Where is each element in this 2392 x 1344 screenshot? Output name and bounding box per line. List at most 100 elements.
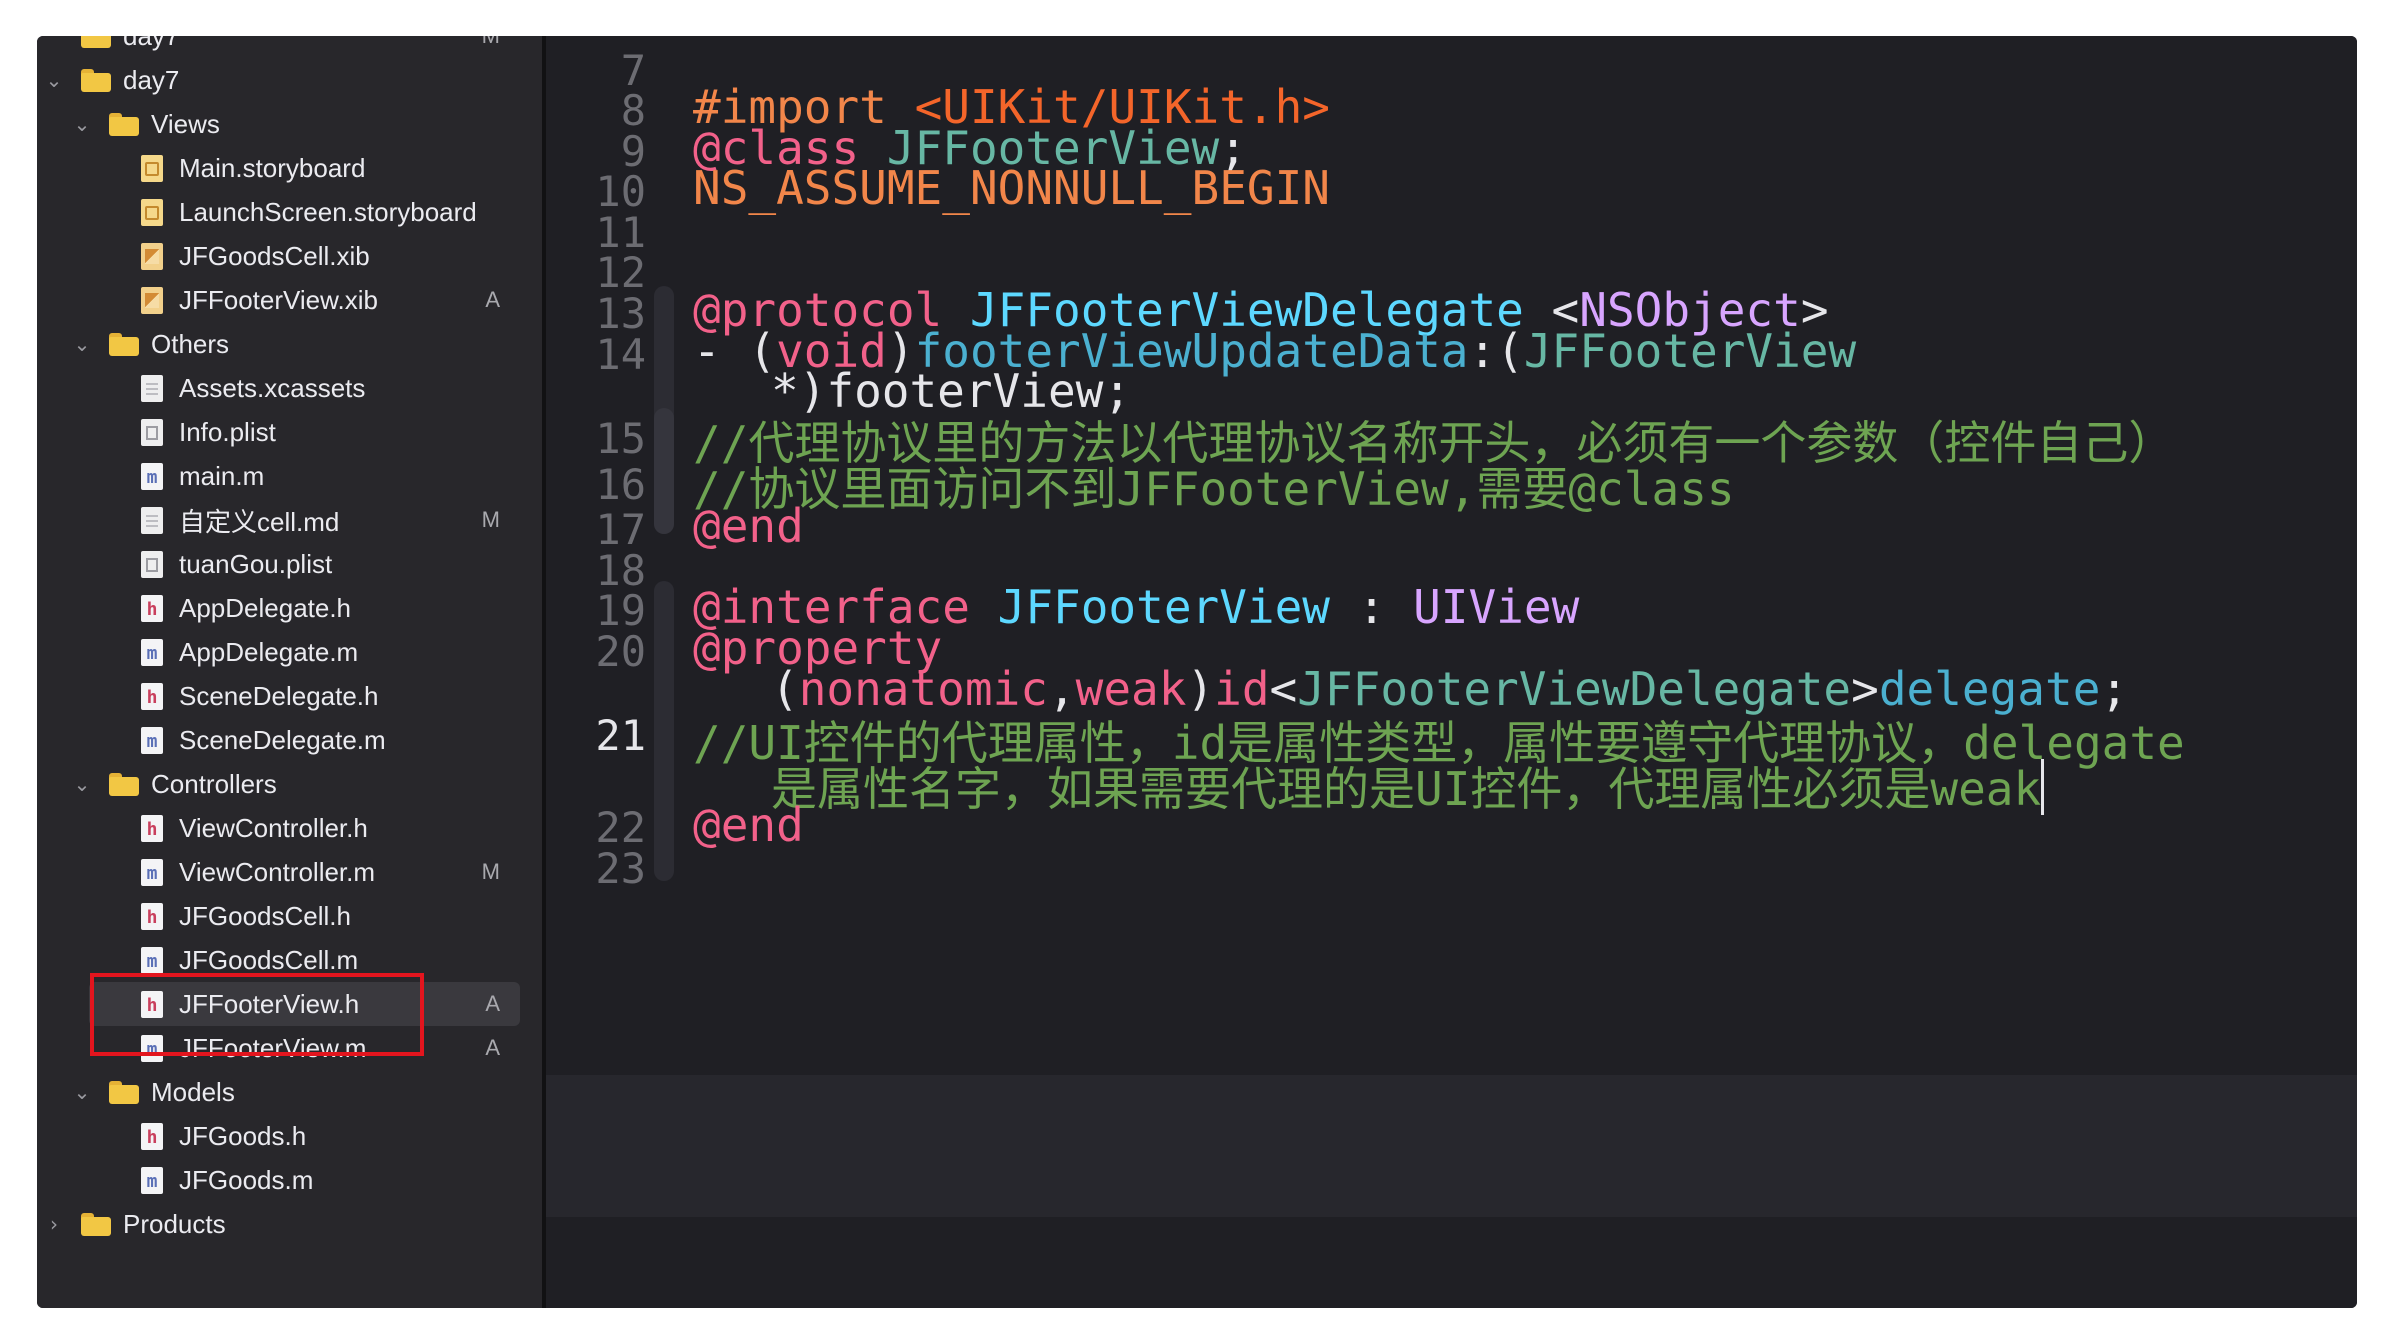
navigator-file-row[interactable]: 自定义cell.md M [37, 498, 542, 542]
text-cursor [2041, 759, 2045, 815]
navigator-file-row[interactable]: h JFGoods.h [37, 1114, 542, 1158]
comment-text: 是属性名字，如果需要代理的是UI控件，代理属性必须是weak [771, 762, 2042, 816]
navigator-item-label: Models [151, 1076, 235, 1107]
doc-file-icon [141, 506, 163, 534]
navigator-item-label: JFGoodsCell.xib [179, 240, 370, 271]
navigator-folder-row[interactable]: ⌄ day7 [37, 58, 542, 102]
navigator-file-row[interactable]: JFFooterView.xib A [37, 278, 542, 322]
navigator-item-label: JFGoods.h [179, 1120, 307, 1151]
folder-icon [81, 36, 111, 48]
navigator-item-label: day7 [123, 64, 180, 95]
folder-icon [81, 69, 111, 92]
navigator-item-label: day7 [123, 36, 179, 52]
folder-icon [109, 113, 139, 136]
chevron-down-icon[interactable]: ⌄ [71, 773, 93, 795]
navigator-item-label: Main.storyboard [179, 152, 366, 183]
navigator-file-row[interactable]: h ViewController.h [37, 806, 542, 850]
navigator-file-row[interactable]: Assets.xcassets [37, 366, 542, 410]
navigator-folder-row[interactable]: ⌄ Views [37, 102, 542, 146]
navigator-file-row[interactable]: h JFGoodsCell.h [37, 894, 542, 938]
xcode-window: day7 M ⌄ day7 ⌄ Views Main.storyboard LaunchScr… [37, 36, 2357, 1308]
navigator-item-label: Info.plist [179, 416, 276, 447]
source-control-status-badge: A [485, 287, 500, 312]
current-line-number: 21 [595, 711, 646, 760]
punct: - ( [693, 324, 777, 378]
navigator-item-label: AppDelegate.m [179, 636, 359, 667]
h-file-icon: h [141, 682, 163, 710]
code-line-10[interactable]: NS_ASSUME_NONNULL_BEGIN [693, 161, 1330, 215]
source-control-status-badge: M [481, 859, 500, 884]
navigator-item-label: Views [151, 108, 220, 139]
line-number: 15 [595, 414, 646, 463]
navigator-file-row[interactable]: m ViewController.m M [37, 850, 542, 894]
plist-file-icon [141, 418, 163, 446]
line-number: 20 [595, 627, 646, 676]
source-control-status-badge: M [482, 36, 500, 49]
code-line-22[interactable]: @end [693, 798, 804, 852]
folder-icon [109, 773, 139, 796]
navigator-item-label: Products [123, 1208, 226, 1239]
code-line-16-comment[interactable]: //协议里面访问不到JFFooterView,需要@class [693, 453, 1735, 519]
navigator-folder-row[interactable]: › Products [37, 1202, 542, 1246]
navigator-folder-row[interactable]: ⌄ Others [37, 322, 542, 366]
navigator-folder-row[interactable]: ⌄ Controllers [37, 762, 542, 806]
project-navigator: day7 M ⌄ day7 ⌄ Views Main.storyboard LaunchScr… [37, 36, 542, 1308]
source-control-status-badge: A [485, 991, 500, 1016]
navigator-file-row[interactable]: m AppDelegate.m [37, 630, 542, 674]
navigator-item-label: Assets.xcassets [179, 372, 366, 403]
superclass: UIView [1413, 580, 1580, 634]
doc-file-icon [141, 374, 163, 402]
navigator-item-label: JFFooterView.xib [179, 284, 378, 315]
chevron-down-icon[interactable]: ⌄ [71, 113, 93, 135]
chevron-down-icon[interactable]: ⌄ [71, 333, 93, 355]
h-file-icon: h [141, 1122, 163, 1150]
chevron-down-icon[interactable]: ⌄ [43, 69, 65, 91]
line-number: 23 [595, 844, 646, 893]
h-file-icon: h [141, 902, 163, 930]
folder-icon [81, 1213, 111, 1236]
source-editor[interactable]: 7 8 9 10 11 12 13 14 15 16 17 18 19 20 2… [546, 36, 2357, 1308]
h-file-icon: h [141, 814, 163, 842]
navigator-file-row[interactable]: h AppDelegate.h [37, 586, 542, 630]
xib-file-icon [141, 286, 163, 314]
navigator-file-row[interactable]: tuanGou.plist [37, 542, 542, 586]
navigator-item-label: tuanGou.plist [179, 548, 333, 579]
chevron-right-icon[interactable]: › [43, 1213, 65, 1235]
navigator-item-label: AppDelegate.h [179, 592, 352, 623]
m-file-icon: m [141, 946, 163, 974]
folder-icon [109, 1081, 139, 1104]
chevron-down-icon[interactable]: ⌄ [71, 1081, 93, 1103]
navigator-folder-row[interactable]: ⌄ Models [37, 1070, 542, 1114]
source-control-status-badge: A [485, 1035, 500, 1060]
navigator-file-row[interactable]: LaunchScreen.storyboard [37, 190, 542, 234]
m-file-icon: m [141, 726, 163, 754]
navigator-item-label: JFGoodsCell.h [179, 900, 351, 931]
navigator-item-label: SceneDelegate.h [179, 680, 379, 711]
navigator-item-label: LaunchScreen.storyboard [179, 196, 477, 227]
m-file-icon: m [141, 638, 163, 666]
navigator-file-row[interactable]: h SceneDelegate.h [37, 674, 542, 718]
navigator-item-label: Controllers [151, 768, 277, 799]
navigator-file-row[interactable]: JFGoodsCell.xib [37, 234, 542, 278]
source-control-status-badge: M [481, 507, 500, 532]
navigator-file-row[interactable]: m SceneDelegate.m [37, 718, 542, 762]
code-line-21-wrap[interactable]: 是属性名字，如果需要代理的是UI控件，代理属性必须是weak [771, 753, 2045, 819]
line-number: 14 [595, 330, 646, 379]
navigator-folder-row[interactable]: day7 M [37, 36, 542, 58]
navigator-file-row[interactable]: m main.m [37, 454, 542, 498]
navigator-item-label: SceneDelegate.m [179, 724, 386, 755]
fold-ribbon-comment[interactable] [654, 408, 674, 534]
navigator-item-label: ViewController.m [179, 856, 376, 887]
m-file-icon: m [141, 858, 163, 886]
navigator-file-row[interactable]: m JFGoods.m [37, 1158, 542, 1202]
class-name: JFFooterView [1523, 324, 1857, 378]
code-line-17[interactable]: @end [693, 499, 804, 553]
macro: NS_ASSUME_NONNULL_BEGIN [693, 161, 1330, 215]
folder-icon [109, 333, 139, 356]
navigator-file-row[interactable]: Info.plist [37, 410, 542, 454]
class-name: JFFooterView [997, 580, 1330, 634]
navigator-file-row[interactable]: Main.storyboard [37, 146, 542, 190]
punct: : [1330, 580, 1414, 634]
m-file-icon: m [141, 1166, 163, 1194]
fold-ribbon-interface[interactable] [654, 581, 674, 881]
